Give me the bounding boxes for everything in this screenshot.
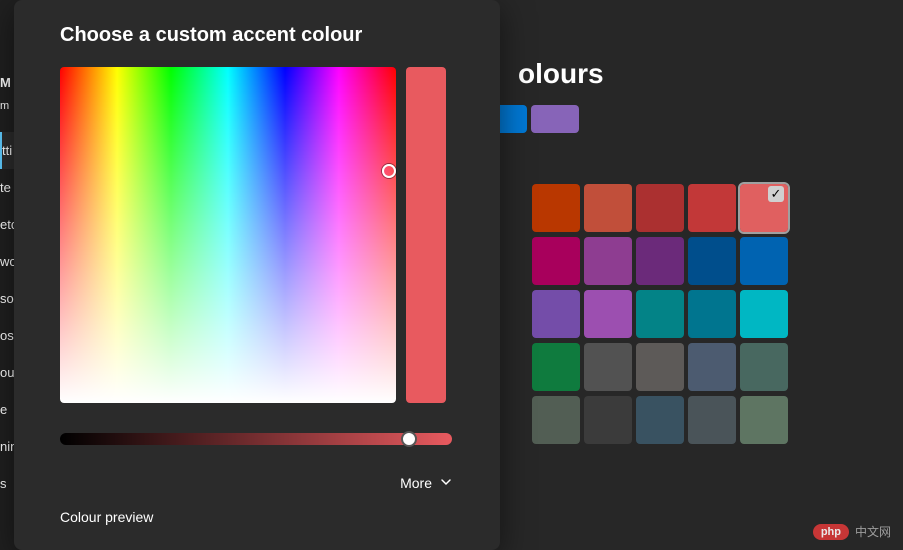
swatch-5-1[interactable] [584, 396, 632, 444]
color-row-3 [532, 290, 788, 338]
swatch-3-2[interactable] [636, 290, 684, 338]
watermark: php 中文网 [813, 523, 891, 540]
swatch-4-0[interactable] [532, 343, 580, 391]
swatch-3-4[interactable] [740, 290, 788, 338]
swatch-2-0[interactable] [532, 237, 580, 285]
swatch-1-1[interactable] [584, 184, 632, 232]
swatch-5-2[interactable] [636, 396, 684, 444]
colour-preview-label: Colour preview [60, 509, 454, 525]
recent-swatch-1[interactable] [531, 105, 579, 133]
swatch-2-4[interactable] [740, 237, 788, 285]
swatch-4-3[interactable] [688, 343, 736, 391]
page-title: olours [518, 58, 604, 90]
color-row-5 [532, 396, 788, 444]
swatch-2-2[interactable] [636, 237, 684, 285]
swatch-4-2[interactable] [636, 343, 684, 391]
spectrum-cursor[interactable] [382, 164, 396, 178]
watermark-badge: php [813, 524, 849, 540]
swatch-5-4[interactable] [740, 396, 788, 444]
preview-top [406, 67, 446, 235]
chevron-down-icon [440, 475, 452, 491]
swatch-3-0[interactable] [532, 290, 580, 338]
swatch-4-1[interactable] [584, 343, 632, 391]
value-slider[interactable] [60, 433, 452, 445]
color-row-2 [532, 237, 788, 285]
swatch-4-4[interactable] [740, 343, 788, 391]
swatch-5-0[interactable] [532, 396, 580, 444]
more-toggle[interactable]: More [60, 475, 452, 491]
color-row-1 [532, 184, 788, 232]
color-picker-dialog: Choose a custom accent colour More Colou… [14, 0, 500, 550]
swatch-2-1[interactable] [584, 237, 632, 285]
dialog-title: Choose a custom accent colour [60, 24, 454, 47]
swatch-3-1[interactable] [584, 290, 632, 338]
swatch-2-3[interactable] [688, 237, 736, 285]
color-spectrum[interactable] [60, 67, 396, 403]
color-preview-bar [406, 67, 446, 403]
more-label: More [400, 475, 432, 491]
swatch-1-3[interactable] [688, 184, 736, 232]
swatch-1-2[interactable] [636, 184, 684, 232]
swatch-3-3[interactable] [688, 290, 736, 338]
watermark-text: 中文网 [855, 523, 891, 540]
value-slider-thumb[interactable] [401, 431, 417, 447]
swatch-5-3[interactable] [688, 396, 736, 444]
color-row-4 [532, 343, 788, 391]
swatch-1-4[interactable] [740, 184, 788, 232]
swatch-1-0[interactable] [532, 184, 580, 232]
preview-bottom [406, 235, 446, 403]
